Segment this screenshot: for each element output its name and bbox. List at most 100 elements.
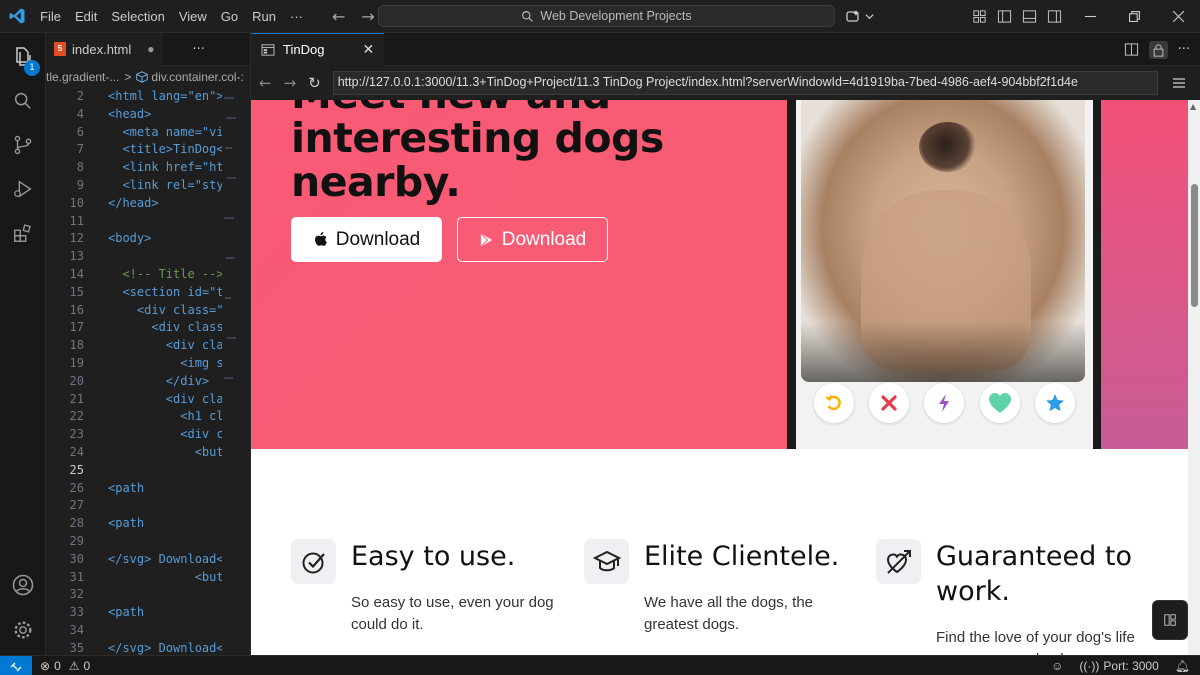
code-line[interactable]: 11 xyxy=(46,213,250,231)
code-line[interactable]: 31 <but xyxy=(46,569,250,587)
like-action-button[interactable] xyxy=(979,383,1020,423)
menu-file[interactable]: File xyxy=(33,0,68,33)
menu-view[interactable]: View xyxy=(172,0,214,33)
code-line[interactable]: 19 <img s xyxy=(46,355,250,373)
code-line[interactable]: 8 <link href="ht xyxy=(46,159,250,177)
minimap[interactable] xyxy=(222,88,238,655)
code-line[interactable]: 6 <meta name="vi xyxy=(46,124,250,142)
code-line[interactable]: 32 xyxy=(46,586,250,604)
scrollbar-thumb[interactable] xyxy=(1191,184,1198,307)
browser-forward-icon[interactable]: → xyxy=(284,74,297,92)
explorer-icon[interactable]: 1 xyxy=(0,35,46,79)
unsaved-dot-icon[interactable]: ● xyxy=(147,42,154,56)
browser-back-icon[interactable]: ← xyxy=(259,74,272,92)
copilot-status-icon[interactable]: ☺ xyxy=(1051,659,1063,673)
code-line[interactable]: 26 <path xyxy=(46,480,250,498)
split-editor-icon[interactable] xyxy=(1124,42,1139,57)
undo-action-button[interactable] xyxy=(813,383,854,423)
boost-action-button[interactable] xyxy=(924,383,965,423)
code-line[interactable]: 21 <div cla xyxy=(46,391,250,409)
panel-more-actions-icon[interactable]: ··· xyxy=(1178,42,1190,57)
code-line[interactable]: 29 xyxy=(46,533,250,551)
code-line[interactable]: 20 </div> xyxy=(46,373,250,391)
tab-index-html[interactable]: 5 index.html ● xyxy=(46,33,163,66)
lock-button[interactable] xyxy=(1148,40,1168,59)
url-input[interactable]: http://127.0.0.1:3000/11.3+TinDog+Projec… xyxy=(332,71,1158,95)
reject-action-button[interactable] xyxy=(869,383,910,423)
floating-layout-button[interactable] xyxy=(1152,600,1188,640)
code-line[interactable]: 28 <path xyxy=(46,515,250,533)
toggle-sidebar-icon[interactable] xyxy=(997,9,1012,24)
code-line[interactable]: 13 xyxy=(46,248,250,266)
close-window-button[interactable] xyxy=(1156,0,1200,33)
code-line[interactable]: 12 <body> xyxy=(46,230,250,248)
source-control-icon[interactable] xyxy=(0,123,46,167)
live-server-status[interactable]: ((·)) Port: 3000 xyxy=(1079,659,1158,673)
bell-icon[interactable]: 🔔︎ xyxy=(1175,659,1190,673)
code-line[interactable]: 24 <but xyxy=(46,444,250,462)
code-line[interactable]: 9 <link rel="sty xyxy=(46,177,250,195)
code-line[interactable]: 25 xyxy=(46,462,250,480)
download-google-button[interactable]: Download xyxy=(457,217,608,262)
customize-layout-icon[interactable] xyxy=(972,9,987,24)
back-arrow-icon[interactable]: ← xyxy=(332,7,345,26)
code-line[interactable]: 22 <h1 cl xyxy=(46,408,250,426)
breadcrumb-item-2[interactable]: div.container.col-: xyxy=(151,70,244,84)
line-number: 12 xyxy=(69,231,84,246)
code-line[interactable]: 16 <div class=" xyxy=(46,302,250,320)
code-line[interactable]: 7 <title>TinDog< xyxy=(46,141,250,159)
editor-more-actions-icon[interactable]: ··· xyxy=(193,42,205,57)
code-line[interactable]: 17 <div class xyxy=(46,319,250,337)
code-line[interactable]: 15 <section id="t xyxy=(46,284,250,302)
remote-indicator[interactable] xyxy=(0,655,32,675)
window-controls xyxy=(1068,0,1200,33)
command-center[interactable]: Web Development Projects xyxy=(378,5,835,27)
forward-arrow-icon[interactable]: → xyxy=(361,7,374,26)
download-apple-button[interactable]: Download xyxy=(291,217,442,262)
tab-tindog[interactable]: TinDog ✕ xyxy=(251,32,385,66)
settings-gear-icon[interactable] xyxy=(0,608,46,652)
menu-run[interactable]: Run xyxy=(245,0,283,33)
toggle-secondary-sidebar-icon[interactable] xyxy=(1047,9,1062,24)
code-line[interactable]: 34 xyxy=(46,622,250,640)
code-line[interactable]: 4 <head> xyxy=(46,106,250,124)
extensions-icon[interactable] xyxy=(0,211,46,255)
simple-browser-panel: TinDog ✕ ··· ← → ↻ http://127.0.0.1:3000… xyxy=(251,32,1200,655)
toggle-panel-icon[interactable] xyxy=(1022,9,1037,24)
restore-button[interactable] xyxy=(1112,0,1156,33)
menu-go[interactable]: Go xyxy=(214,0,245,33)
code-line[interactable]: 2 <html lang="en"> xyxy=(46,88,250,106)
browser-preview-icon xyxy=(261,43,275,56)
search-icon xyxy=(522,10,534,22)
code-line[interactable]: 10 </head> xyxy=(46,195,250,213)
phone-screen xyxy=(796,100,1093,449)
remote-icon xyxy=(10,662,22,671)
code-line[interactable]: 33 <path xyxy=(46,604,250,622)
search-view-icon[interactable] xyxy=(0,79,46,123)
code-area[interactable]: 2 <html lang="en"> 4 <head> 6 <meta name="vi… xyxy=(46,88,250,655)
code-text: <body> xyxy=(108,231,152,246)
menu-selection[interactable]: Selection xyxy=(104,0,171,33)
code-line[interactable]: 14 <!-- Title --> xyxy=(46,266,250,284)
run-debug-icon[interactable] xyxy=(0,167,46,211)
warning-count: 0 xyxy=(83,658,91,673)
breadcrumb-item-1[interactable]: tle.gradient-... xyxy=(46,70,119,84)
superlike-action-button[interactable] xyxy=(1035,383,1076,423)
minimize-button[interactable] xyxy=(1068,0,1112,33)
line-number: 8 xyxy=(76,160,84,175)
code-line[interactable]: 18 <div cla xyxy=(46,337,250,355)
hamburger-menu-icon[interactable] xyxy=(1172,77,1186,89)
code-line[interactable]: 35 </svg> Download< xyxy=(46,640,250,655)
copilot-menu[interactable] xyxy=(845,0,874,33)
code-line[interactable]: 27 xyxy=(46,497,250,515)
page-scrollbar[interactable]: ▲ xyxy=(1188,100,1200,655)
close-tab-icon[interactable]: ✕ xyxy=(362,41,374,58)
code-line[interactable]: 23 <div c xyxy=(46,426,250,444)
menu-more[interactable]: ··· xyxy=(283,0,310,33)
account-icon[interactable] xyxy=(0,563,46,607)
reload-icon[interactable]: ↻ xyxy=(308,74,321,92)
code-line[interactable]: 30 </svg> Download< xyxy=(46,551,250,569)
problems-indicator[interactable]: ⊗ 0 ⚠ 0 xyxy=(40,659,90,673)
menu-edit[interactable]: Edit xyxy=(68,0,104,33)
